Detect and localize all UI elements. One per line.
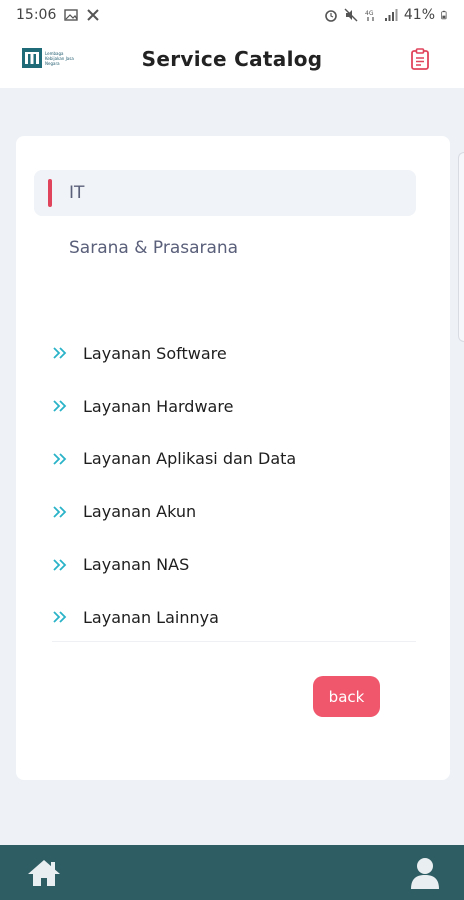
- service-label: Layanan Aplikasi dan Data: [83, 449, 297, 469]
- status-left: 15:06: [16, 7, 100, 23]
- battery-percent: 41%: [403, 7, 435, 23]
- tools-icon: [87, 9, 100, 21]
- category-label: Sarana & Prasarana: [69, 238, 239, 258]
- service-item-akun[interactable]: Layanan Akun: [52, 485, 416, 538]
- logo-text: Lembaga Kebijakan Jasa Negara: [45, 50, 74, 66]
- double-chevron-right-icon: [53, 611, 67, 624]
- double-chevron-right-icon: [53, 506, 67, 518]
- service-item-hardware[interactable]: Layanan Hardware: [52, 380, 416, 433]
- service-item-nas[interactable]: Layanan NAS: [52, 538, 416, 591]
- double-chevron-right-icon: [53, 558, 67, 571]
- image-icon: [64, 9, 79, 21]
- service-item-aplikasi-data[interactable]: Layanan Aplikasi dan Data: [52, 433, 416, 486]
- category-it[interactable]: IT: [34, 170, 416, 216]
- home-icon[interactable]: [26, 858, 62, 888]
- category-sarana-prasarana[interactable]: Sarana & Prasarana: [34, 225, 416, 271]
- bottom-navigation: [0, 845, 464, 900]
- 4g-icon: 4G: [365, 10, 374, 21]
- alarm-icon: [325, 10, 337, 22]
- mute-icon: [344, 8, 358, 22]
- side-drawer-handle[interactable]: [458, 152, 464, 342]
- app-header: Lembaga Kebijakan Jasa Negara Service Ca…: [0, 30, 464, 88]
- service-item-lainnya[interactable]: Layanan Lainnya: [52, 591, 416, 644]
- service-label: Layanan Hardware: [83, 396, 234, 416]
- app-logo: Lembaga Kebijakan Jasa Negara: [22, 46, 78, 70]
- clipboard-icon[interactable]: [410, 48, 430, 70]
- service-label: Layanan Lainnya: [83, 607, 219, 627]
- back-button[interactable]: back: [313, 676, 380, 717]
- signal-icon: [384, 9, 398, 21]
- double-chevron-right-icon: [53, 400, 67, 412]
- service-label: Layanan Akun: [83, 502, 197, 522]
- logo-mark-icon: [22, 48, 42, 68]
- double-chevron-right-icon: [53, 453, 67, 465]
- status-bar: 15:06 4G 41%: [0, 0, 464, 30]
- category-label: IT: [69, 183, 85, 203]
- active-indicator: [48, 179, 52, 207]
- status-right: 4G 41%: [324, 7, 450, 23]
- double-chevron-right-icon: [53, 347, 67, 360]
- svg-text:4G: 4G: [365, 10, 374, 17]
- service-label: Layanan Software: [83, 343, 227, 363]
- service-label: Layanan NAS: [83, 555, 190, 575]
- service-item-software[interactable]: Layanan Software: [52, 327, 416, 380]
- status-time: 15:06: [16, 7, 57, 23]
- list-divider: [52, 641, 416, 642]
- service-list: Layanan Software Layanan Hardware Layana…: [52, 327, 416, 644]
- battery-icon: [441, 10, 447, 20]
- page-title: Service Catalog: [141, 47, 323, 71]
- profile-icon[interactable]: [409, 856, 441, 890]
